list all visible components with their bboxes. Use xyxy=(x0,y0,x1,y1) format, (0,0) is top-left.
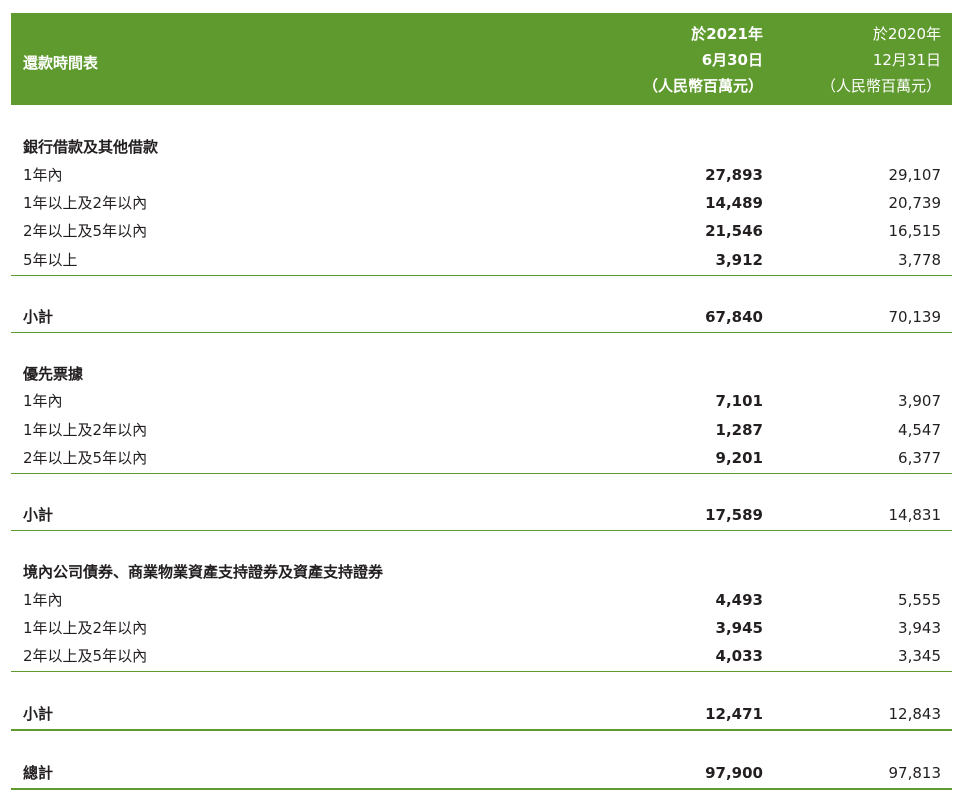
total-row: 總計 97,900 97,813 xyxy=(23,764,941,782)
divider xyxy=(11,332,952,333)
column-header-2021: 於2021年 6月30日 （人民幣百萬元） xyxy=(642,25,763,95)
section-title-senior-notes: 優先票據 xyxy=(23,365,84,383)
table-header: 還款時間表 於2021年 6月30日 （人民幣百萬元） 於2020年 12月31… xyxy=(11,13,952,105)
table-row: 1年以上及2年以內 3,945 3,943 xyxy=(23,619,941,637)
table-row: 1年內 27,893 29,107 xyxy=(23,166,941,184)
divider xyxy=(11,729,952,731)
table-row: 2年以上及5年以內 21,546 16,515 xyxy=(23,222,941,240)
divider xyxy=(11,671,952,672)
table-row: 1年以上及2年以內 1,287 4,547 xyxy=(23,421,941,439)
section-title-bonds: 境內公司債券、商業物業資產支持證券及資產支持證券 xyxy=(23,563,384,581)
section-title-bank-loans: 銀行借款及其他借款 xyxy=(23,138,159,156)
divider xyxy=(11,530,952,531)
table-row: 1年內 7,101 3,907 xyxy=(23,392,941,410)
divider xyxy=(11,473,952,474)
table-row: 2年以上及5年以內 9,201 6,377 xyxy=(23,449,941,467)
table-row: 1年以上及2年以內 14,489 20,739 xyxy=(23,194,941,212)
subtotal-row: 小計 17,589 14,831 xyxy=(23,506,941,524)
table-row: 1年內 4,493 5,555 xyxy=(23,591,941,609)
table-row: 5年以上 3,912 3,778 xyxy=(23,251,941,269)
divider xyxy=(11,788,952,790)
subtotal-row: 小計 67,840 70,139 xyxy=(23,308,941,326)
table-title: 還款時間表 xyxy=(23,54,99,72)
table-row: 2年以上及5年以內 4,033 3,345 xyxy=(23,647,941,665)
divider xyxy=(11,275,952,276)
subtotal-row: 小計 12,471 12,843 xyxy=(23,705,941,723)
column-header-2020: 於2020年 12月31日 （人民幣百萬元） xyxy=(820,25,941,95)
